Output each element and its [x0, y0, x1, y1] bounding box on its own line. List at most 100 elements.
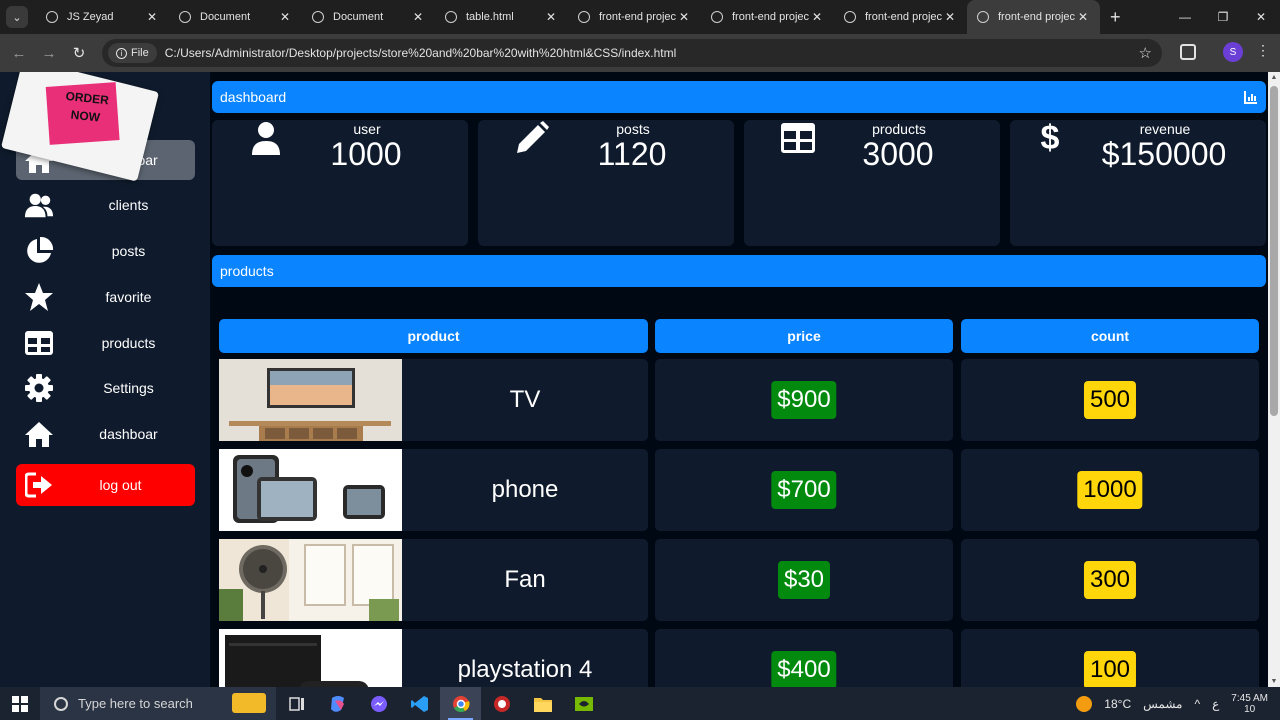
tab-title: Document	[333, 11, 384, 23]
browser-tab[interactable]: front-end projec ✕	[834, 0, 967, 34]
search-icon	[54, 696, 68, 711]
messenger-icon[interactable]	[358, 687, 399, 720]
count-badge: 1000	[1077, 471, 1143, 509]
bookmark-star-icon[interactable]: ☆	[1139, 44, 1152, 62]
dollar-icon: $	[1040, 118, 1060, 157]
count-cell: 1000	[961, 449, 1259, 531]
task-view-icon[interactable]	[276, 687, 317, 720]
count-badge: 500	[1083, 381, 1137, 419]
stat-card-products: products 3000	[744, 120, 1000, 246]
browser-tab[interactable]: Document ✕	[169, 0, 302, 34]
forward-arrow-icon[interactable]: →	[34, 45, 64, 62]
close-icon[interactable]: ✕	[544, 10, 558, 24]
sidebar-item-settings[interactable]: Settings	[16, 368, 195, 408]
sidebar-item-posts[interactable]: posts	[16, 231, 195, 271]
site-info-chip[interactable]: i File	[108, 43, 157, 63]
window-close-icon[interactable]: ✕	[1242, 0, 1280, 34]
browser-menu-icon[interactable]: ⋮	[1256, 42, 1270, 59]
main-content: dashboard user 1000 posts 1120 products …	[212, 72, 1266, 687]
count-cell: 300	[961, 539, 1259, 621]
price-cell: $900	[655, 359, 953, 441]
browser-tab-strip: ⌄ JS Zeyad ✕ Document ✕ Document ✕ table…	[0, 0, 1280, 34]
close-icon[interactable]: ✕	[411, 10, 425, 24]
products-header-bar: products	[212, 255, 1266, 287]
info-icon: i	[116, 47, 127, 59]
bar-chart-icon[interactable]	[1244, 90, 1258, 104]
chrome-icon[interactable]	[440, 687, 481, 720]
table-row: phone $700 1000	[219, 449, 1259, 531]
tv-image	[219, 359, 402, 441]
globe-icon	[844, 11, 856, 23]
file-chip-label: File	[131, 47, 149, 59]
stat-card-label: products	[872, 121, 926, 137]
stat-card-value: $150000	[1101, 136, 1227, 172]
close-icon[interactable]: ✕	[1076, 10, 1090, 24]
table-row: playstation 4 $400 100	[219, 629, 1259, 687]
product-name: phone	[491, 476, 559, 503]
stat-card-value: 1120	[597, 136, 667, 172]
sidebar-item-favorite[interactable]: favorite	[16, 277, 195, 317]
browser-tab[interactable]: Document ✕	[302, 0, 435, 34]
taskbar-search-placeholder: Type here to search	[78, 696, 193, 711]
users-icon	[24, 190, 54, 220]
sidebar-item-dashboard-2[interactable]: dashboar	[16, 414, 195, 454]
clock-date: 10	[1244, 703, 1256, 715]
logout-button[interactable]: log out	[16, 464, 195, 506]
url-text[interactable]: C:/Users/Administrator/Desktop/projects/…	[165, 46, 677, 60]
product-name: Fan	[504, 566, 546, 593]
tray-chevron-up-icon[interactable]: ^	[1194, 697, 1200, 711]
taskbar-search-box[interactable]: Type here to search	[40, 687, 276, 720]
tab-title: front-end projec	[998, 11, 1076, 23]
logout-icon	[24, 470, 54, 500]
table-icon	[24, 328, 54, 358]
tab-title: front-end projec	[865, 11, 943, 23]
file-explorer-icon[interactable]	[522, 687, 563, 720]
tab-title: Document	[200, 11, 251, 23]
page-scrollbar[interactable]: ▲ ▼	[1268, 72, 1280, 687]
tab-title: front-end projec	[732, 11, 810, 23]
windows-start-icon[interactable]	[0, 687, 40, 720]
copilot-icon[interactable]	[317, 687, 358, 720]
browser-tab[interactable]: table.html ✕	[435, 0, 568, 34]
scroll-down-arrow-icon[interactable]: ▼	[1268, 678, 1280, 685]
count-cell: 100	[961, 629, 1259, 687]
sidebar-item-clients[interactable]: clients	[16, 185, 195, 225]
back-arrow-icon[interactable]: ←	[4, 45, 34, 62]
system-tray: 18°C مشمس ^ ع 7:45 AM 10	[1076, 687, 1280, 720]
browser-tab-active[interactable]: front-end projec ✕	[967, 0, 1100, 34]
omnibox[interactable]: i File C:/Users/Administrator/Desktop/pr…	[102, 39, 1162, 67]
input-language[interactable]: ع	[1212, 697, 1219, 711]
close-icon[interactable]: ✕	[943, 10, 957, 24]
browser-tab[interactable]: front-end projec ✕	[701, 0, 834, 34]
reload-icon[interactable]: ↻	[64, 44, 94, 62]
product-cell: TV	[219, 359, 648, 441]
close-icon[interactable]: ✕	[145, 10, 159, 24]
browser-tab[interactable]: JS Zeyad ✕	[36, 0, 169, 34]
close-icon[interactable]: ✕	[810, 10, 824, 24]
close-icon[interactable]: ✕	[278, 10, 292, 24]
browser-tab[interactable]: front-end projec ✕	[568, 0, 701, 34]
dashboard-title: dashboard	[220, 89, 287, 105]
taskbar-clock[interactable]: 7:45 AM 10	[1231, 693, 1268, 715]
profile-avatar[interactable]: S	[1223, 42, 1243, 62]
close-icon[interactable]: ✕	[677, 10, 691, 24]
extensions-icon[interactable]	[1180, 44, 1196, 60]
window-controls: — ❐ ✕	[1166, 0, 1280, 34]
globe-icon	[578, 11, 590, 23]
table-header-product: product	[219, 319, 648, 353]
address-bar-row: ← → ↻ i File C:/Users/Administrator/Desk…	[0, 34, 1280, 72]
tab-search-button[interactable]: ⌄	[6, 6, 28, 28]
globe-icon	[179, 11, 191, 23]
globe-icon	[46, 11, 58, 23]
minimize-icon[interactable]: —	[1166, 0, 1204, 34]
sidebar-item-products[interactable]: products	[16, 323, 195, 363]
vscode-icon[interactable]	[399, 687, 440, 720]
scroll-up-arrow-icon[interactable]: ▲	[1268, 74, 1280, 81]
restore-icon[interactable]: ❐	[1204, 0, 1242, 34]
product-cell: playstation 4	[219, 629, 648, 687]
new-tab-plus-icon[interactable]: +	[1110, 7, 1121, 28]
nvidia-icon[interactable]	[563, 687, 604, 720]
weather-icon[interactable]	[1076, 695, 1093, 712]
recorder-icon[interactable]	[481, 687, 522, 720]
scrollbar-thumb[interactable]	[1270, 86, 1278, 416]
